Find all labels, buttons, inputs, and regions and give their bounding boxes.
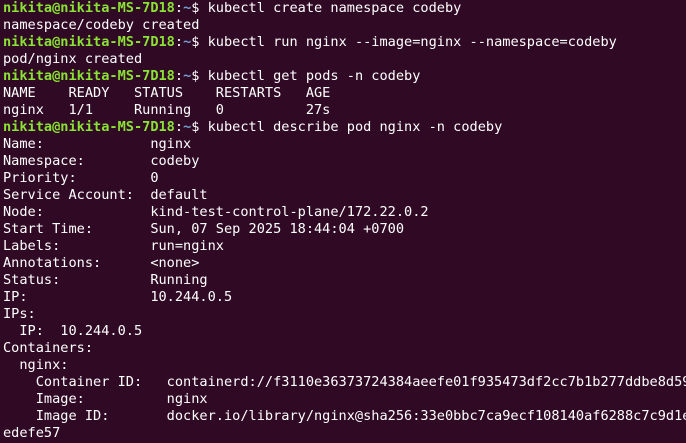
output-line: Annotations: <none> (3, 255, 200, 271)
output-line: Labels: run=nginx (3, 238, 224, 254)
prompt-line: nikita@nikita-MS-7D18:~$ kubectl get pod… (3, 68, 686, 85)
prompt-line: nikita@nikita-MS-7D18:~$ kubectl create … (3, 0, 686, 17)
command-text: kubectl describe pod nginx -n codeby (207, 119, 503, 135)
output-line: nginx: (3, 357, 69, 373)
prompt-separator: : (174, 68, 184, 84)
prompt-separator: : (174, 0, 184, 16)
prompt-separator: : (174, 119, 184, 135)
prompt-dollar: $ (191, 119, 208, 135)
command-text: kubectl get pods -n codeby (207, 68, 421, 84)
output-line: NAME READY STATUS RESTARTS AGE (3, 85, 331, 101)
output-line: pod/nginx created (3, 51, 143, 67)
prompt-dollar: $ (191, 0, 208, 16)
prompt-line: nikita@nikita-MS-7D18:~$ kubectl run ngi… (3, 34, 686, 51)
output-line: Image ID: docker.io/library/nginx@sha256… (3, 408, 686, 424)
prompt-user: nikita@nikita-MS-7D18 (3, 34, 175, 50)
output-line: IP: 10.244.0.5 (3, 323, 143, 339)
prompt-user: nikita@nikita-MS-7D18 (3, 68, 175, 84)
prompt-user: nikita@nikita-MS-7D18 (3, 119, 175, 135)
output-line: Container ID: containerd://f3110e3637372… (3, 374, 686, 390)
output-line: namespace/codeby created (3, 17, 200, 33)
output-line: nginx 1/1 Running 0 27s (3, 102, 331, 118)
terminal-window[interactable]: nikita@nikita-MS-7D18:~$ kubectl create … (0, 0, 686, 443)
output-line: IP: 10.244.0.5 (3, 289, 233, 305)
prompt-user: nikita@nikita-MS-7D18 (3, 0, 175, 16)
output-line: Containers: (3, 340, 94, 356)
command-text: kubectl create namespace codeby (207, 0, 462, 16)
output-line: Start Time: Sun, 07 Sep 2025 18:44:04 +0… (3, 221, 405, 237)
output-line: Priority: 0 (3, 170, 159, 186)
prompt-line: nikita@nikita-MS-7D18:~$ kubectl describ… (3, 119, 686, 136)
output-line: Status: Running (3, 272, 208, 288)
output-line: IPs: (3, 306, 36, 322)
output-line: Service Account: default (3, 187, 208, 203)
output-line: Namespace: codeby (3, 153, 200, 169)
output-line: Name: nginx (3, 136, 192, 152)
prompt-dollar: $ (191, 34, 208, 50)
output-line: edefe57 (3, 425, 61, 441)
output-line: Image: nginx (3, 391, 208, 407)
prompt-dollar: $ (191, 68, 208, 84)
prompt-separator: : (174, 34, 184, 50)
output-line: Node: kind-test-control-plane/172.22.0.2 (3, 204, 429, 220)
command-text: kubectl run nginx --image=nginx --namesp… (207, 34, 617, 50)
